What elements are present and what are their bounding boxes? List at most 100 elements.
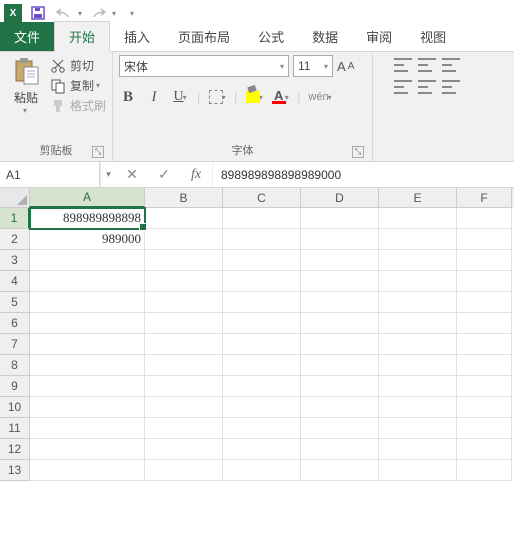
row-header[interactable]: 13 <box>0 460 30 481</box>
tab-page-layout[interactable]: 页面布局 <box>164 22 244 51</box>
cell[interactable] <box>379 355 457 376</box>
cell[interactable] <box>145 229 223 250</box>
align-top-button[interactable] <box>394 58 412 72</box>
align-bottom-button[interactable] <box>442 58 460 72</box>
insert-function-button[interactable]: fx <box>180 167 212 183</box>
cell[interactable] <box>145 292 223 313</box>
font-color-button[interactable]: A ▾ <box>271 87 289 107</box>
cell[interactable] <box>223 313 301 334</box>
cell[interactable] <box>223 250 301 271</box>
cell[interactable] <box>301 355 379 376</box>
row-header[interactable]: 4 <box>0 271 30 292</box>
cell[interactable] <box>301 376 379 397</box>
cell[interactable] <box>145 376 223 397</box>
cell[interactable] <box>223 334 301 355</box>
column-header-d[interactable]: D <box>301 188 379 208</box>
tab-review[interactable]: 审阅 <box>352 22 406 51</box>
formula-input[interactable]: 898989898898989000 <box>212 162 514 187</box>
cell[interactable] <box>145 355 223 376</box>
cell[interactable] <box>457 229 512 250</box>
tab-formulas[interactable]: 公式 <box>244 22 298 51</box>
decrease-font-button[interactable]: A <box>348 61 355 72</box>
cell-a2[interactable]: 989000 <box>30 229 145 250</box>
cell[interactable] <box>30 355 145 376</box>
column-header-f[interactable]: F <box>457 188 512 208</box>
cell[interactable] <box>457 355 512 376</box>
redo-button[interactable] <box>88 3 108 23</box>
cell[interactable] <box>457 460 512 481</box>
cell[interactable] <box>301 439 379 460</box>
select-all-corner[interactable] <box>0 188 30 208</box>
row-header[interactable]: 5 <box>0 292 30 313</box>
cell[interactable] <box>379 250 457 271</box>
cell[interactable] <box>379 397 457 418</box>
cell[interactable] <box>457 418 512 439</box>
cell[interactable] <box>223 439 301 460</box>
cell[interactable] <box>30 271 145 292</box>
font-dialog-launcher[interactable]: ⤡ <box>352 146 364 158</box>
copy-button[interactable]: 复制 ▾ <box>50 77 106 94</box>
cell[interactable] <box>30 397 145 418</box>
cell[interactable] <box>145 418 223 439</box>
cell[interactable] <box>30 460 145 481</box>
paste-dropdown-icon[interactable]: ▾ <box>23 106 27 115</box>
row-header[interactable]: 6 <box>0 313 30 334</box>
format-painter-button[interactable]: 格式刷 <box>50 97 106 114</box>
tab-home[interactable]: 开始 <box>54 21 110 52</box>
qat-customize-icon[interactable]: ▾ <box>130 9 134 18</box>
cell[interactable] <box>145 439 223 460</box>
column-header-e[interactable]: E <box>379 188 457 208</box>
cell[interactable] <box>223 208 301 229</box>
cell[interactable] <box>301 229 379 250</box>
increase-font-button[interactable]: A <box>337 59 346 74</box>
cell[interactable] <box>457 250 512 271</box>
row-header[interactable]: 10 <box>0 397 30 418</box>
cell[interactable] <box>145 208 223 229</box>
copy-dropdown-icon[interactable]: ▾ <box>96 81 100 90</box>
align-left-button[interactable] <box>394 80 412 94</box>
cell[interactable] <box>30 334 145 355</box>
cell[interactable] <box>145 397 223 418</box>
cell[interactable] <box>379 208 457 229</box>
cell[interactable] <box>223 376 301 397</box>
row-header[interactable]: 3 <box>0 250 30 271</box>
row-header[interactable]: 7 <box>0 334 30 355</box>
fill-color-button[interactable]: ▾ <box>245 87 263 107</box>
save-button[interactable] <box>28 3 48 23</box>
cell[interactable] <box>145 271 223 292</box>
bold-button[interactable]: B <box>119 87 137 107</box>
cell[interactable] <box>223 292 301 313</box>
cell[interactable] <box>30 376 145 397</box>
cell[interactable] <box>457 271 512 292</box>
italic-button[interactable]: I <box>145 87 163 107</box>
cell[interactable] <box>30 292 145 313</box>
cell[interactable] <box>145 334 223 355</box>
align-middle-button[interactable] <box>418 58 436 72</box>
cell[interactable] <box>301 313 379 334</box>
cell[interactable] <box>223 460 301 481</box>
cell[interactable] <box>223 397 301 418</box>
cell[interactable] <box>379 418 457 439</box>
cell[interactable] <box>223 229 301 250</box>
cell[interactable] <box>301 418 379 439</box>
cell[interactable] <box>379 334 457 355</box>
cell[interactable] <box>379 376 457 397</box>
cell[interactable] <box>223 271 301 292</box>
cell[interactable] <box>223 355 301 376</box>
clipboard-dialog-launcher[interactable]: ⤡ <box>92 146 104 158</box>
tab-view[interactable]: 视图 <box>406 22 460 51</box>
row-header[interactable]: 8 <box>0 355 30 376</box>
name-box-dropdown[interactable]: ▾ <box>100 162 116 187</box>
cell[interactable] <box>379 460 457 481</box>
cell[interactable] <box>145 460 223 481</box>
row-header[interactable]: 2 <box>0 229 30 250</box>
font-name-selector[interactable]: 宋体 ▾ <box>119 55 289 77</box>
cell[interactable] <box>457 208 512 229</box>
cell[interactable] <box>457 313 512 334</box>
row-header[interactable]: 1 <box>0 208 30 229</box>
cell[interactable] <box>379 439 457 460</box>
cell[interactable] <box>301 460 379 481</box>
align-center-button[interactable] <box>418 80 436 94</box>
column-header-b[interactable]: B <box>145 188 223 208</box>
cell[interactable] <box>379 229 457 250</box>
